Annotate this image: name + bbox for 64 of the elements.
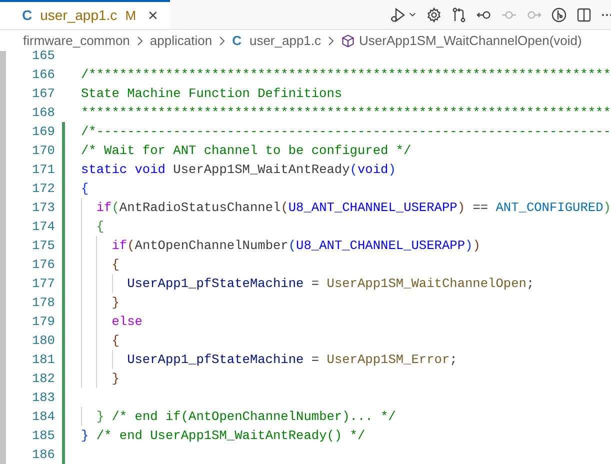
indent-guide <box>112 274 113 293</box>
modified-label: M <box>125 6 136 25</box>
code-line: { <box>96 218 104 236</box>
line-number: 179 <box>30 312 55 331</box>
indent-guide <box>112 350 113 369</box>
code-line: UserApp1_pfStateMachine = UserApp1SM_Error; <box>127 350 458 369</box>
line-number: 182 <box>30 370 55 388</box>
line-number: 176 <box>30 256 55 274</box>
line-number: 169 <box>30 122 55 141</box>
chevron-right-icon <box>327 36 336 46</box>
tab-label: user_app1.c <box>40 6 118 25</box>
line-number: 177 <box>30 274 55 293</box>
line-number: 185 <box>30 426 55 445</box>
compare-changes-icon[interactable] <box>451 6 467 22</box>
editor-tab[interactable]: C user_app1.c M × <box>0 0 170 29</box>
line-number: 180 <box>30 332 55 350</box>
line-number: 175 <box>30 236 55 255</box>
c-file-icon: C <box>22 5 32 26</box>
line-number: 186 <box>30 446 55 464</box>
code-line: } /* end UserApp1SM_WaitAntReady() */ <box>81 426 366 445</box>
code-line: } <box>112 294 120 312</box>
breadcrumb-item[interactable]: firmware_common <box>23 30 130 50</box>
line-number: 171 <box>30 160 55 179</box>
code-line: /*------------------------------------------------------------------- <box>81 122 611 141</box>
code-line: static void UserApp1SM_WaitAntReady(void) <box>81 160 396 179</box>
line-number: 165 <box>32 48 55 65</box>
cube-icon <box>341 34 356 48</box>
code-line: if(AntOpenChannelNumber(U8_ANT_CHANNEL_USERAPP)) <box>112 236 480 255</box>
code-line: { <box>81 180 89 198</box>
line-number: 172 <box>30 180 55 198</box>
code-line: State Machine Function Definitions <box>81 84 342 103</box>
line-number: 173 <box>30 198 55 217</box>
line-number: 174 <box>30 218 55 236</box>
code-line: /* Wait for ANT channel to be configured */ <box>81 142 412 160</box>
code-line: ********************************************************************* <box>81 104 611 122</box>
breadcrumb-item[interactable]: UserApp1SM_WaitChannelOpen(void) <box>359 30 582 50</box>
line-number: 168 <box>30 104 55 122</box>
line-number: 184 <box>30 408 55 426</box>
line-number: 181 <box>30 350 55 369</box>
branch-circle-icon[interactable] <box>551 6 567 22</box>
c-file-icon: C <box>232 30 242 50</box>
code-line: } /* end if(AntOpenChannelNumber)... */ <box>96 408 396 426</box>
code-line: if(AntRadioStatusChannel(U8_ANT_CHANNEL_USERAPP) == ANT_CONFIGURED) <box>96 198 611 217</box>
code-line: } <box>112 370 120 388</box>
line-number: 183 <box>30 388 55 407</box>
breadcrumb-item[interactable]: application <box>150 30 212 50</box>
code-line: { <box>112 332 120 350</box>
line-number: 167 <box>30 84 55 103</box>
chevron-right-icon <box>136 36 144 46</box>
settings-icon[interactable] <box>426 6 442 22</box>
line-number: 170 <box>30 142 55 160</box>
close-button[interactable]: × <box>148 7 158 24</box>
indent-guide <box>81 407 82 426</box>
split-editor-icon[interactable] <box>576 6 592 22</box>
line-number: 178 <box>30 294 55 312</box>
breadcrumb-item[interactable]: user_app1.c <box>249 30 322 50</box>
line-number: 166 <box>30 66 55 84</box>
code-line: UserApp1_pfStateMachine = UserApp1SM_WaitChannelOpen; <box>127 274 534 293</box>
chevron-down-icon[interactable] <box>408 10 417 19</box>
code-line: /******************************************************************** <box>81 66 611 84</box>
run-debug-icon[interactable] <box>390 6 406 22</box>
code-line: else <box>112 312 142 331</box>
chevron-right-icon <box>218 36 226 46</box>
code-line: { <box>112 256 120 274</box>
